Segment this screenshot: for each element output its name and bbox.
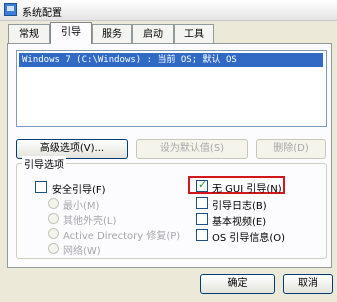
delete-button[interactable]: 删除(D) [256,139,326,159]
set-default-button[interactable]: 设为默认值(S) [136,139,248,159]
minimal-radio[interactable] [48,198,59,209]
title-bar: 系统配置 [0,0,337,21]
os-boot-info-checkbox[interactable] [196,229,208,241]
ad-repair-radio[interactable] [48,228,59,239]
ad-repair-label: Active Directory 修复(P) [63,231,181,242]
os-boot-info-label: OS 引导信息(O) [212,233,286,244]
boot-log-label: 引导日志(B) [212,201,267,212]
minimal-label: 最小(M) [63,201,100,212]
ok-button[interactable]: 确定 [200,274,275,294]
network-label: 网络(W) [63,246,101,257]
boot-options-label: 引导选项 [22,156,66,171]
network-radio[interactable] [48,243,59,254]
no-gui-boot-label: 无 GUI 引导(N) [212,184,282,195]
tab-boot[interactable]: 引导 [50,22,92,44]
base-video-label: 基本视频(E) [212,217,267,228]
tab-general[interactable]: 常规 [8,24,50,43]
safe-boot-label: 安全引导(F) [52,185,106,196]
cancel-button[interactable]: 取消 [283,274,333,294]
no-gui-boot-checkbox[interactable] [196,178,208,192]
base-video-checkbox[interactable] [196,213,208,225]
boot-log-checkbox[interactable] [196,197,208,209]
app-icon [4,3,17,16]
os-list[interactable]: Windows 7 (C:\Windows) : 当前 OS; 默认 OS [16,50,327,127]
alternate-shell-label: 其他外壳(L) [63,216,117,227]
tab-startup[interactable]: 启动 [132,24,174,43]
window-title: 系统配置 [22,8,62,19]
tab-tools[interactable]: 工具 [174,24,214,43]
os-list-item[interactable]: Windows 7 (C:\Windows) : 当前 OS; 默认 OS [19,53,323,67]
alternate-shell-radio[interactable] [48,213,59,224]
tab-services[interactable]: 服务 [92,24,132,43]
safe-boot-checkbox[interactable] [35,181,47,193]
